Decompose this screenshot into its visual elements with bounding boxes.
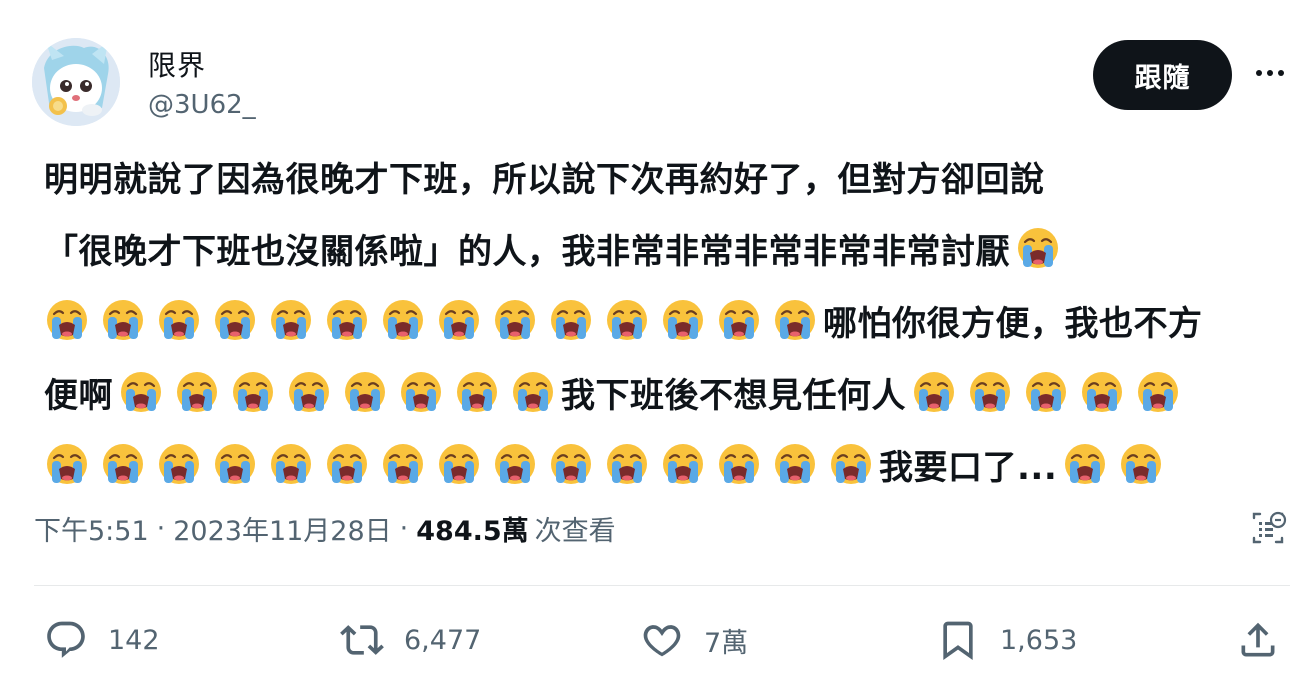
heart-icon xyxy=(643,625,681,657)
loudly-crying-face-icon xyxy=(215,300,255,340)
loudly-crying-face-icon xyxy=(439,444,479,484)
tweet-header: 限界 @3U62_ 跟隨 xyxy=(32,38,1284,128)
divider xyxy=(34,585,1290,586)
loudly-crying-face-icon xyxy=(495,300,535,340)
grok-analyze-icon[interactable] xyxy=(1248,508,1288,548)
tweet-line: 便啊 我下班後不想見任何人 xyxy=(44,356,1274,428)
avatar[interactable] xyxy=(32,38,120,126)
loudly-crying-face-icon xyxy=(47,444,87,484)
loudly-crying-face-icon xyxy=(970,372,1010,412)
loudly-crying-face-icon xyxy=(457,372,497,412)
loudly-crying-face-icon xyxy=(103,444,143,484)
reply-count: 142 xyxy=(108,624,160,656)
loudly-crying-face-icon xyxy=(914,372,954,412)
loudly-crying-face-icon xyxy=(1018,228,1058,268)
views-label: 次查看 xyxy=(534,515,616,547)
retweet-button[interactable]: 6,477 xyxy=(340,610,481,670)
tweet-text-segment: 我下班後不想見任何人 xyxy=(561,375,906,416)
author-handle[interactable]: @3U62_ xyxy=(148,90,256,120)
loudly-crying-face-icon xyxy=(345,372,385,412)
loudly-crying-face-icon xyxy=(1065,444,1106,484)
loudly-crying-face-icon xyxy=(383,300,423,340)
like-button[interactable]: 7萬 xyxy=(640,610,748,670)
tweet-text: 明明就說了因為很晚才下班，所以說下次再約好了，但對方卻回說 「很晚才下班也沒關係啦… xyxy=(44,140,1274,500)
tweet-text-segment: 「很晚才下班也沒關係啦」的人，我非常非常非常非常非常討厭 xyxy=(44,231,1010,272)
loudly-crying-face-icon xyxy=(607,300,647,340)
avatar-image xyxy=(32,38,120,126)
share-button[interactable] xyxy=(1236,610,1280,670)
tweet-time[interactable]: 下午5:51 xyxy=(34,509,149,548)
loudly-crying-face-icon xyxy=(663,300,703,340)
loudly-crying-face-icon xyxy=(1121,444,1162,484)
loudly-crying-face-icon xyxy=(495,444,535,484)
tweet-text-segment: 明明就說了因為很晚才下班，所以說下次再約好了，但對方卻回說 xyxy=(44,159,1045,200)
loudly-crying-face-icon xyxy=(215,444,255,484)
loudly-crying-face-icon xyxy=(233,372,273,412)
loudly-crying-face-icon xyxy=(121,372,161,412)
loudly-crying-face-icon xyxy=(289,372,329,412)
loudly-crying-face-icon xyxy=(1138,372,1178,412)
loudly-crying-face-icon xyxy=(513,372,553,412)
loudly-crying-face-icon xyxy=(607,444,647,484)
bookmark-count: 1,653 xyxy=(1000,624,1078,656)
loudly-crying-face-icon xyxy=(177,372,217,412)
loudly-crying-face-icon xyxy=(439,300,479,340)
tweet-text-segment: 便啊 xyxy=(44,375,113,416)
bookmark-button[interactable]: 1,653 xyxy=(936,610,1077,670)
loudly-crying-face-icon xyxy=(551,300,591,340)
tweet-line: 明明就說了因為很晚才下班，所以說下次再約好了，但對方卻回說 xyxy=(44,140,1274,212)
loudly-crying-face-icon xyxy=(159,444,199,484)
loudly-crying-face-icon xyxy=(663,444,703,484)
reply-button[interactable]: 142 xyxy=(44,610,160,670)
loudly-crying-face-icon xyxy=(551,444,591,484)
tweet-line: 哪怕你很方便，我也不方 xyxy=(44,284,1274,356)
loudly-crying-face-icon xyxy=(271,444,311,484)
tweet-line: 「很晚才下班也沒關係啦」的人，我非常非常非常非常非常討厭 xyxy=(44,212,1274,284)
tweet-line: 我要口了... xyxy=(44,428,1274,500)
loudly-crying-face-icon xyxy=(327,444,367,484)
loudly-crying-face-icon xyxy=(159,300,199,340)
loudly-crying-face-icon xyxy=(383,444,423,484)
bookmark-icon xyxy=(943,621,973,661)
author-name[interactable]: 限界 xyxy=(148,44,206,84)
loudly-crying-face-icon xyxy=(103,300,143,340)
loudly-crying-face-icon xyxy=(719,300,759,340)
loudly-crying-face-icon xyxy=(327,300,367,340)
loudly-crying-face-icon xyxy=(271,300,311,340)
more-options-icon[interactable] xyxy=(1250,58,1290,88)
tweet-meta: 下午5:51 · 2023年11月28日 · 484.5萬 次查看 xyxy=(34,508,616,548)
retweet-count: 6,477 xyxy=(404,624,482,656)
action-bar: 142 6,477 7萬 1,653 xyxy=(0,610,1300,670)
tweet-text-segment: 哪怕你很方便，我也不方 xyxy=(823,303,1203,344)
tweet-text-segment: 我要口了... xyxy=(879,447,1058,488)
follow-button[interactable]: 跟隨 xyxy=(1093,40,1232,110)
loudly-crying-face-icon xyxy=(401,372,441,412)
meta-separator: · xyxy=(399,512,409,544)
like-count: 7萬 xyxy=(704,627,749,659)
meta-separator: · xyxy=(156,512,166,544)
loudly-crying-face-icon xyxy=(775,444,815,484)
reply-icon xyxy=(47,621,85,658)
loudly-crying-face-icon xyxy=(1026,372,1066,412)
loudly-crying-face-icon xyxy=(1082,372,1122,412)
loudly-crying-face-icon xyxy=(775,300,815,340)
retweet-icon xyxy=(340,625,384,655)
loudly-crying-face-icon xyxy=(719,444,759,484)
share-icon xyxy=(1241,622,1275,657)
views-count: 484.5萬 xyxy=(416,515,529,547)
tweet-date[interactable]: 2023年11月28日 xyxy=(173,509,391,548)
loudly-crying-face-icon xyxy=(831,444,871,484)
loudly-crying-face-icon xyxy=(47,300,87,340)
